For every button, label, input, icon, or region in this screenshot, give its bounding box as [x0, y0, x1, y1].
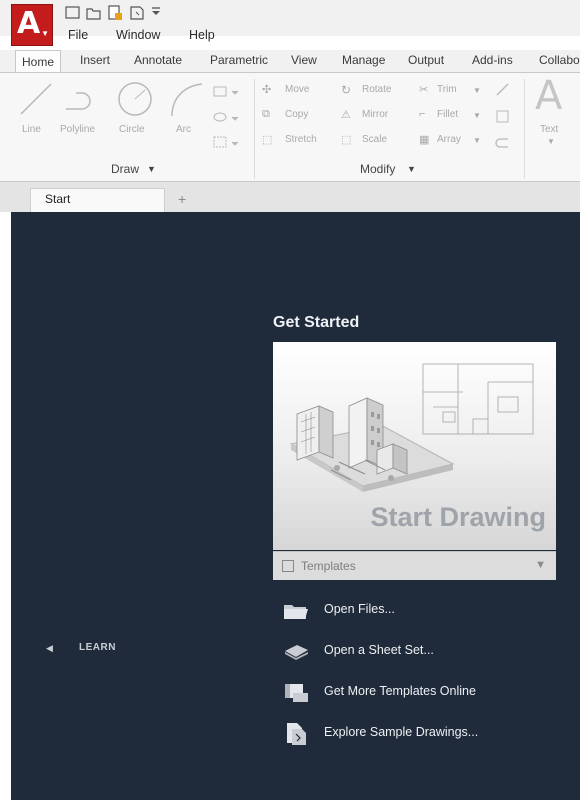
new-tab-button[interactable]: +	[178, 191, 186, 207]
polyline-icon[interactable]	[62, 83, 102, 115]
trim-label[interactable]: Trim	[437, 84, 457, 95]
chevron-down-icon: ▼	[535, 559, 546, 571]
open-sheet-set-label: Open a Sheet Set...	[324, 643, 434, 657]
app-logo: A	[17, 6, 41, 41]
tab-output[interactable]: Output	[408, 53, 444, 67]
scale-label[interactable]: Scale	[362, 134, 387, 145]
ribbon-tabs: Home Insert Annotate Parametric View Man…	[0, 50, 580, 73]
arc-label: Arc	[176, 124, 191, 135]
new-file-icon[interactable]	[64, 4, 82, 22]
title-bar: A ▼ File Window Help	[0, 0, 580, 46]
chevron-left-icon: ◀	[46, 643, 53, 653]
move-icon: ✣	[262, 84, 272, 96]
sample-drawing-icon	[287, 723, 306, 745]
tab-insert[interactable]: Insert	[80, 53, 110, 67]
chevron-down-icon[interactable]: ▼	[547, 137, 555, 146]
stretch-icon: ⬚	[262, 134, 273, 146]
circle-label: Circle	[119, 124, 145, 135]
learn-label: LEARN	[79, 642, 116, 653]
stretch-label[interactable]: Stretch	[285, 134, 317, 145]
rotate-label[interactable]: Rotate	[362, 84, 391, 95]
fillet-label[interactable]: Fillet	[437, 109, 458, 120]
mirror-label[interactable]: Mirror	[362, 109, 388, 120]
autocad-window: A ▼ File Window Help Home Insert Annotat…	[0, 0, 580, 800]
chevron-down-icon: ▼	[41, 29, 49, 38]
start-drawing-card[interactable]: Start Drawing	[273, 342, 556, 550]
menu-help[interactable]: Help	[189, 28, 215, 42]
line-label: Line	[22, 124, 41, 135]
polyline-label: Polyline	[60, 124, 96, 135]
tab-home[interactable]: Home	[15, 50, 62, 72]
chevron-down-icon[interactable]: ▼	[473, 86, 481, 95]
panel-divider	[254, 79, 255, 179]
chevron-down-icon[interactable]: ▼	[407, 164, 416, 174]
start-tab-label: Start	[45, 192, 71, 206]
move-label[interactable]: Move	[285, 84, 309, 95]
tab-parametric[interactable]: Parametric	[210, 53, 268, 67]
start-tab[interactable]: Start	[30, 188, 165, 212]
get-started-heading: Get Started	[273, 314, 360, 331]
plot-icon[interactable]	[128, 4, 146, 22]
application-menu-button[interactable]: A ▼	[11, 4, 53, 46]
draw-small-tools-icon[interactable]	[212, 83, 242, 153]
copy-label[interactable]: Copy	[285, 109, 308, 120]
array-label[interactable]: Array	[437, 134, 461, 145]
fillet-icon: ⌐	[419, 108, 426, 120]
tab-add-ins[interactable]: Add-ins	[472, 53, 513, 67]
template-icon	[282, 560, 294, 572]
chevron-down-icon[interactable]: ▼	[473, 136, 481, 145]
tab-collaborate[interactable]: Collabo	[539, 53, 580, 67]
save-icon[interactable]	[106, 4, 124, 22]
modify-panel-title[interactable]: Modify	[360, 162, 395, 176]
array-icon: ▦	[419, 134, 430, 146]
rotate-icon: ↻	[341, 83, 352, 97]
open-files-label: Open Files...	[324, 602, 395, 616]
menu-file[interactable]: File	[68, 28, 88, 42]
menu-window[interactable]: Window	[116, 28, 160, 42]
scale-icon: ⬚	[341, 134, 352, 146]
tab-annotate[interactable]: Annotate	[134, 53, 182, 67]
tab-view[interactable]: View	[291, 53, 317, 67]
sheet-set-icon	[285, 645, 308, 660]
circle-icon[interactable]	[116, 80, 154, 118]
folder-icon	[284, 605, 308, 619]
open-folder-icon[interactable]	[85, 4, 103, 22]
chevron-down-icon[interactable]: ▼	[147, 164, 156, 174]
text-label: Text	[540, 124, 559, 135]
tab-manage[interactable]: Manage	[342, 53, 385, 67]
ribbon-panel: Line Polyline Circle Arc Draw ▼ ✣ Move ↻…	[0, 73, 580, 182]
draw-panel-title[interactable]: Draw	[111, 162, 139, 176]
templates-online-icon	[285, 684, 308, 702]
panel-divider	[524, 79, 525, 179]
mirror-icon: ⚠	[341, 109, 351, 121]
templates-dropdown[interactable]: Templates ▼	[273, 551, 556, 580]
modify-small-tools-icon[interactable]	[494, 81, 514, 153]
templates-label: Templates	[301, 559, 356, 573]
get-more-templates-label: Get More Templates Online	[324, 684, 476, 698]
line-icon[interactable]	[18, 81, 54, 117]
arc-icon[interactable]	[168, 80, 204, 118]
start-drawing-label: Start Drawing	[370, 502, 546, 532]
text-icon[interactable]: A	[535, 73, 562, 119]
copy-icon: ⧉	[262, 108, 270, 120]
chevron-down-icon[interactable]: ▼	[473, 111, 481, 120]
customize-toolbar-icon[interactable]	[150, 4, 162, 22]
explore-sample-drawings-label: Explore Sample Drawings...	[324, 725, 479, 739]
document-tab-bar: Start +	[0, 182, 580, 212]
trim-icon: ✂	[419, 84, 429, 96]
